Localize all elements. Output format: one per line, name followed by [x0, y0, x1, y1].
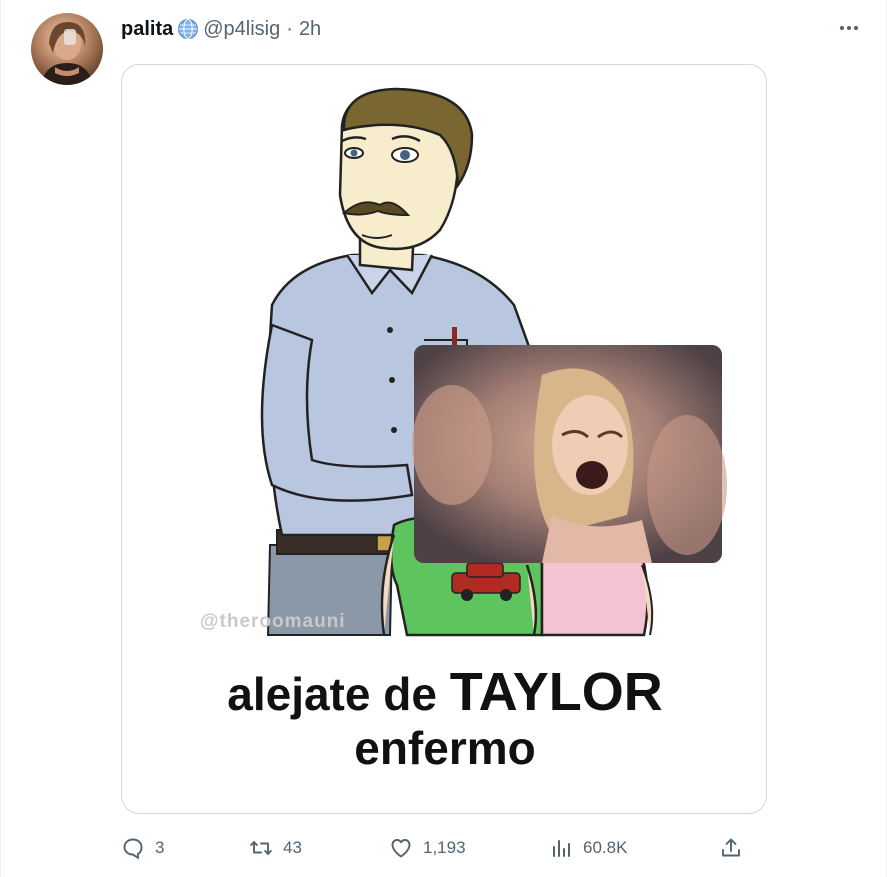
reply-bubble-icon	[121, 836, 145, 860]
like-count: 1,193	[423, 838, 466, 857]
retweet-arrows-icon	[249, 836, 273, 860]
globe-badge-icon	[177, 18, 199, 40]
timestamp[interactable]: 2h	[299, 18, 321, 41]
author-handle[interactable]: @p4lisig	[203, 18, 280, 41]
photo-inset	[412, 345, 727, 563]
tweet-actions: 3 43 1,193 60.8K	[121, 832, 751, 864]
heart-icon	[389, 836, 413, 860]
tweet[interactable]: palita @p4lisig · 2h @theroomauni alejat…	[0, 0, 887, 877]
tweet-media-image[interactable]: @theroomauni alejate de TAYLOR enfermo	[121, 64, 767, 814]
retweet-button[interactable]: 43	[249, 832, 302, 864]
more-horizontal-icon[interactable]	[833, 14, 865, 42]
caption-line-2: enfermo	[354, 722, 536, 774]
avatar[interactable]	[31, 13, 103, 85]
separator-dot: ·	[286, 17, 293, 40]
tweet-header: palita @p4lisig · 2h	[121, 16, 321, 42]
share-button[interactable]	[719, 832, 743, 864]
caption-line-1-prefix: alejate de	[227, 668, 450, 720]
reply-button[interactable]: 3	[121, 832, 164, 864]
retweet-count: 43	[283, 838, 302, 857]
reply-count: 3	[155, 838, 165, 857]
meme-caption: alejate de TAYLOR enfermo	[122, 662, 766, 775]
caption-line-1-emphasis: TAYLOR	[449, 662, 663, 722]
views-count: 60.8K	[583, 838, 628, 857]
author-name[interactable]: palita	[121, 18, 173, 41]
share-upload-icon	[719, 836, 743, 860]
analytics-bars-icon	[549, 836, 573, 860]
like-button[interactable]: 1,193	[389, 832, 466, 864]
views-button[interactable]: 60.8K	[549, 832, 627, 864]
image-watermark: @theroomauni	[200, 611, 346, 632]
